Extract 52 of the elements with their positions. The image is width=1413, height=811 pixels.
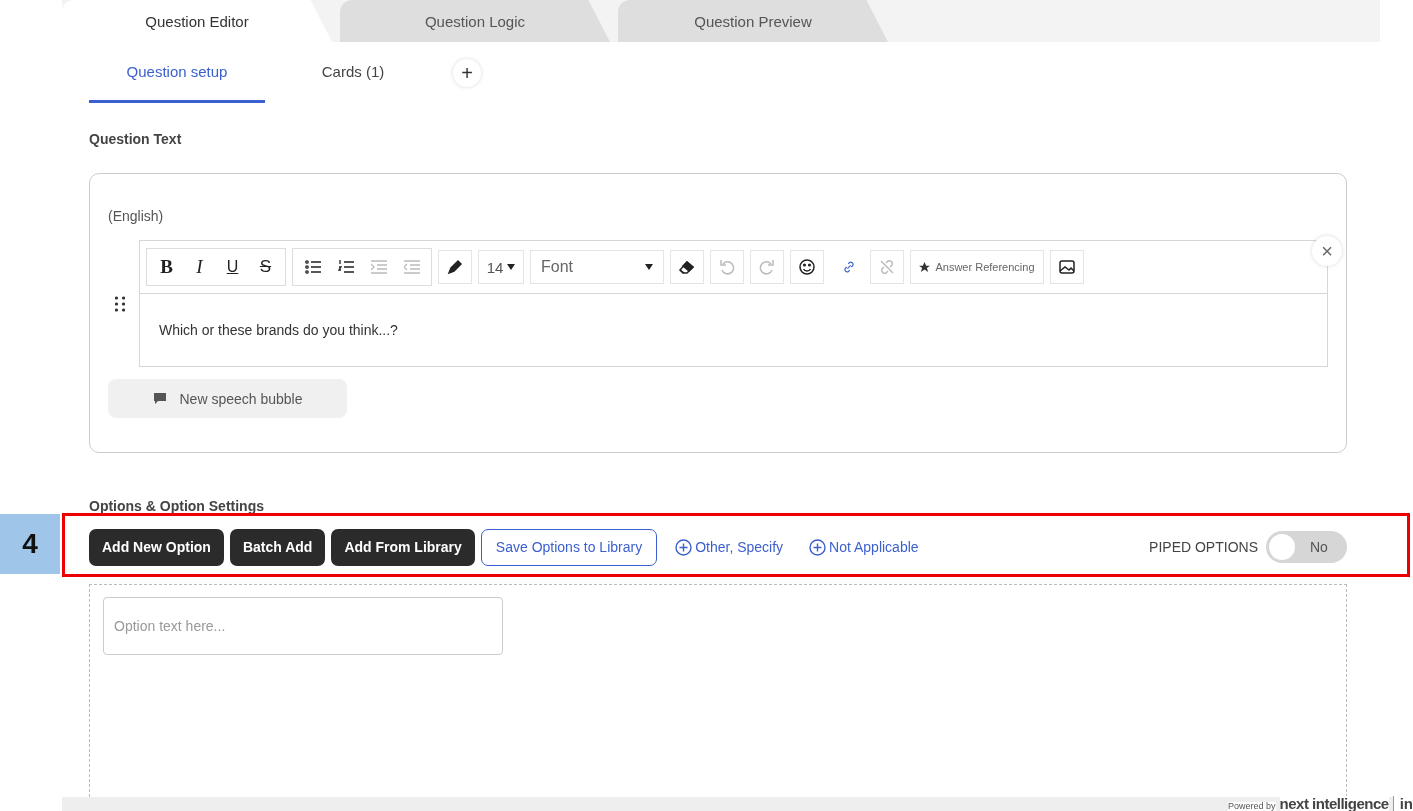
numbered-list-icon bbox=[337, 260, 354, 274]
option-button[interactable]: Batch Add bbox=[229, 528, 326, 566]
plus-circle-icon bbox=[809, 538, 827, 556]
question-text: Which or these brands do you think...? bbox=[158, 321, 399, 340]
option-button[interactable]: Add From Library bbox=[331, 528, 475, 566]
close-button[interactable]: × bbox=[1312, 236, 1342, 266]
pen-icon bbox=[446, 258, 464, 276]
option-button[interactable]: Add New Option bbox=[89, 528, 224, 566]
tab[interactable]: Question Preview bbox=[618, 0, 888, 42]
underline-button[interactable]: U bbox=[216, 250, 249, 284]
redo-icon bbox=[758, 258, 776, 276]
drag-handle-icon[interactable] bbox=[115, 295, 125, 312]
tab[interactable]: Question Logic bbox=[340, 0, 610, 42]
plus-circle-icon bbox=[675, 538, 693, 556]
eraser-button[interactable] bbox=[670, 250, 704, 284]
link-icon bbox=[842, 258, 856, 276]
powered-by-label: Powered by bbox=[1228, 802, 1276, 811]
annotation-badge: 4 bbox=[0, 514, 60, 574]
outdent-icon bbox=[403, 260, 420, 274]
image-button[interactable] bbox=[1050, 250, 1084, 284]
font-size-dropdown[interactable]: 14 bbox=[478, 250, 524, 284]
font-dropdown[interactable]: Font bbox=[530, 250, 664, 284]
undo-icon bbox=[718, 258, 736, 276]
italic-button[interactable]: I bbox=[183, 250, 216, 284]
indent-icon bbox=[370, 260, 387, 274]
section-heading: Question Text bbox=[89, 131, 183, 147]
new-speech-bubble-button[interactable]: New speech bubble bbox=[108, 379, 347, 418]
emoji-button[interactable] bbox=[790, 250, 824, 284]
option-button[interactable]: Save Options to Library bbox=[480, 528, 658, 566]
bulleted-list-icon bbox=[304, 260, 321, 274]
reference-button[interactable]: Answer Referencing bbox=[910, 250, 1044, 284]
piped-options-label: PIPED OPTIONS bbox=[1149, 539, 1258, 555]
option-text-field[interactable]: Option text here... bbox=[103, 597, 503, 655]
language-label: (English) bbox=[108, 208, 165, 224]
image-icon bbox=[1058, 258, 1076, 276]
brand-suffix: in bbox=[1392, 796, 1413, 811]
toggle-switch[interactable]: No bbox=[1266, 531, 1347, 563]
add-link[interactable]: Not Applicable bbox=[797, 528, 927, 566]
eraser-icon bbox=[678, 258, 696, 276]
tab[interactable]: Cards (1) bbox=[265, 42, 441, 103]
tab[interactable]: Question Editor bbox=[62, 0, 332, 42]
speech-bubble-icon bbox=[152, 392, 167, 405]
add-link[interactable]: Other, Specify bbox=[663, 528, 792, 566]
section-heading: Options & Option Settings bbox=[89, 498, 265, 514]
add-tab-button[interactable]: + bbox=[453, 58, 481, 87]
bold-button[interactable]: B bbox=[150, 250, 183, 284]
strike-button[interactable]: S bbox=[249, 250, 282, 284]
pen-button[interactable] bbox=[438, 250, 472, 284]
star-icon bbox=[919, 261, 931, 273]
smiley-icon bbox=[798, 258, 816, 276]
tab[interactable]: Question setup bbox=[89, 42, 265, 103]
broken-link-icon bbox=[878, 258, 896, 276]
